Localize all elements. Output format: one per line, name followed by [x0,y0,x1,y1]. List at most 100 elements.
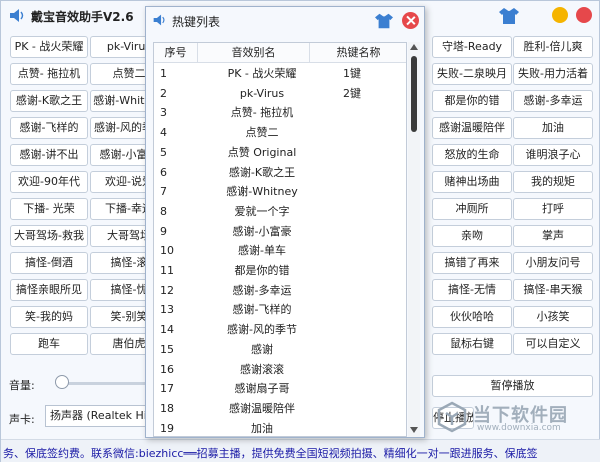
sound-button[interactable]: 感谢-讲不出 [10,144,88,166]
row-alias: 点赞二 [245,126,279,140]
row-index: 5 [160,145,167,159]
table-row[interactable]: 7 感谢-Whitney [154,182,406,202]
sound-button[interactable]: 搞错了再来 [432,252,512,274]
table-row[interactable]: 12 感谢-多幸运 [154,281,406,301]
hotkey-list-dialog: 热键列表 序号 音效别名 热键名称 1 PK - 战火荣耀 1键 2 pk-Virus 2… [145,6,425,438]
row-alias: pk-Virus [239,86,285,100]
sound-button[interactable]: 感谢-飞样的 [10,117,88,139]
row-index: 11 [160,264,174,277]
sound-button[interactable]: 笑-我的妈 [10,306,88,328]
volume-slider-thumb[interactable] [55,375,69,389]
t-shirt-icon[interactable] [374,12,394,30]
sound-button[interactable]: 失败-二泉映月 [432,63,512,85]
sound-button[interactable]: 伙伙哈哈 [432,306,512,328]
sound-button[interactable]: 下播- 光荣 [10,198,88,220]
sound-button[interactable]: 搞怪-无情 [432,279,512,301]
table-row[interactable]: 15 感谢 [154,340,406,360]
scroll-down-icon[interactable] [410,427,418,433]
sound-button[interactable]: 赌神出场曲 [432,171,512,193]
row-index: 6 [160,165,167,179]
row-hotkey [306,281,398,301]
row-alias: 感谢 [251,342,273,356]
table-row[interactable]: 19 加油 [154,419,406,436]
sound-button[interactable]: 可以自定义 [513,333,593,355]
column-header-hotkey[interactable]: 热键名称 [310,43,406,63]
column-header-alias[interactable]: 音效别名 [198,43,310,63]
sound-button[interactable]: 小孩笑 [513,306,593,328]
row-index: 12 [160,283,174,297]
row-hotkey [306,222,398,242]
row-hotkey [306,399,398,419]
sound-button[interactable]: 冲厕所 [432,198,512,220]
sound-button[interactable]: 小朋友问号 [513,252,593,274]
row-hotkey: 2键 [343,86,361,100]
sound-button[interactable]: 亲吻 [432,225,512,247]
minimize-button[interactable] [552,7,568,23]
sound-button[interactable]: 感谢-多幸运 [513,90,593,112]
table-row[interactable]: 16 感谢滚滚 [154,360,406,380]
sound-button[interactable]: 搞怪-倒酒 [10,252,88,274]
table-row[interactable]: 10 感谢-单车 [154,241,406,261]
scrollbar[interactable] [408,42,420,437]
table-row[interactable]: 6 感谢-K歌之王 [154,163,406,183]
close-icon[interactable] [402,12,419,29]
row-hotkey [306,379,398,399]
sound-button[interactable]: 搞怪-串天猴 [513,279,593,301]
row-alias: 点赞 Original [227,145,297,159]
table-row[interactable]: 14 感谢-风的季节 [154,320,406,340]
sound-button[interactable]: 守塔-Ready [432,36,512,58]
sound-button[interactable]: 感谢温暖陪伴 [432,117,512,139]
sound-button[interactable]: 欢迎-90年代 [10,171,88,193]
volume-track[interactable] [57,382,147,385]
pause-button[interactable]: 暂停播放 [432,375,593,397]
column-header-index[interactable]: 序号 [154,43,198,63]
row-hotkey [306,300,398,320]
table-row[interactable]: 13 感谢-飞样的 [154,300,406,320]
row-alias: 爱就一个字 [234,204,290,218]
table-row[interactable]: 11 都是你的错 [154,261,406,281]
sound-button[interactable]: 感谢-K歌之王 [10,90,88,112]
row-alias: 感谢-多幸运 [232,283,292,297]
sound-button[interactable]: 搞怪亲眼所见 [10,279,88,301]
speaker-logo-icon [10,9,24,22]
table-row[interactable]: 17 感谢扇子哥 [154,379,406,399]
sound-button[interactable]: PK - 战火荣耀 [10,36,88,58]
table-row[interactable]: 9 感谢-小富豪 [154,222,406,242]
table-row[interactable]: 5 点赞 Original [154,143,406,163]
watermark: 当下软件园 www.downxia.com [437,399,597,437]
volume-label: 音量: [9,379,35,392]
sound-button[interactable]: 大哥驾场-救我 [10,225,88,247]
sound-button[interactable]: 我的规矩 [513,171,593,193]
row-index: 15 [160,342,174,356]
sound-button[interactable]: 鼠标右键 [432,333,512,355]
scrollbar-thumb[interactable] [411,56,417,132]
sound-button[interactable]: 胜利-倍儿爽 [513,36,593,58]
row-alias: 感谢-小富豪 [232,224,292,238]
row-index: 16 [160,362,174,376]
row-index: 1 [160,67,167,80]
sound-button[interactable]: 点赞- 拖拉机 [10,63,88,85]
marquee-bar: 务、保底签约费。联系微信:biezhicc══招募主播，提供免费全国短视频拍摄、… [1,439,600,462]
t-shirt-icon[interactable] [498,6,520,26]
sound-button[interactable]: 加油 [513,117,593,139]
sound-button[interactable]: 都是你的错 [432,90,512,112]
table-row[interactable]: 3 点赞- 拖拉机 [154,103,406,123]
table-row[interactable]: 8 爱就一个字 [154,202,406,222]
soundcard-select[interactable]: 扬声器 (Realtek Hi [45,405,155,427]
table-row[interactable]: 18 感谢温暖陪伴 [154,399,406,419]
close-button[interactable] [576,7,592,23]
sound-button[interactable]: 打呼 [513,198,593,220]
table-row[interactable]: 4 点赞二 [154,123,406,143]
table-row[interactable]: 1 PK - 战火荣耀 1键 [154,64,406,84]
row-alias: 感谢扇子哥 [234,382,290,396]
sound-button[interactable]: 谁明浪子心 [513,144,593,166]
row-index: 14 [160,323,174,337]
scroll-up-icon[interactable] [410,44,418,50]
sound-button[interactable]: 跑车 [10,333,88,355]
marquee-text: 务、保底签约费。联系微信:biezhicc══招募主播，提供免费全国短视频拍摄、… [3,447,538,460]
sound-button[interactable]: 掌声 [513,225,593,247]
sound-button[interactable]: 怒放的生命 [432,144,512,166]
sound-button[interactable]: 失败-用力活着 [513,63,593,85]
table-row[interactable]: 2 pk-Virus 2键 [154,84,406,104]
row-hotkey [306,123,398,143]
